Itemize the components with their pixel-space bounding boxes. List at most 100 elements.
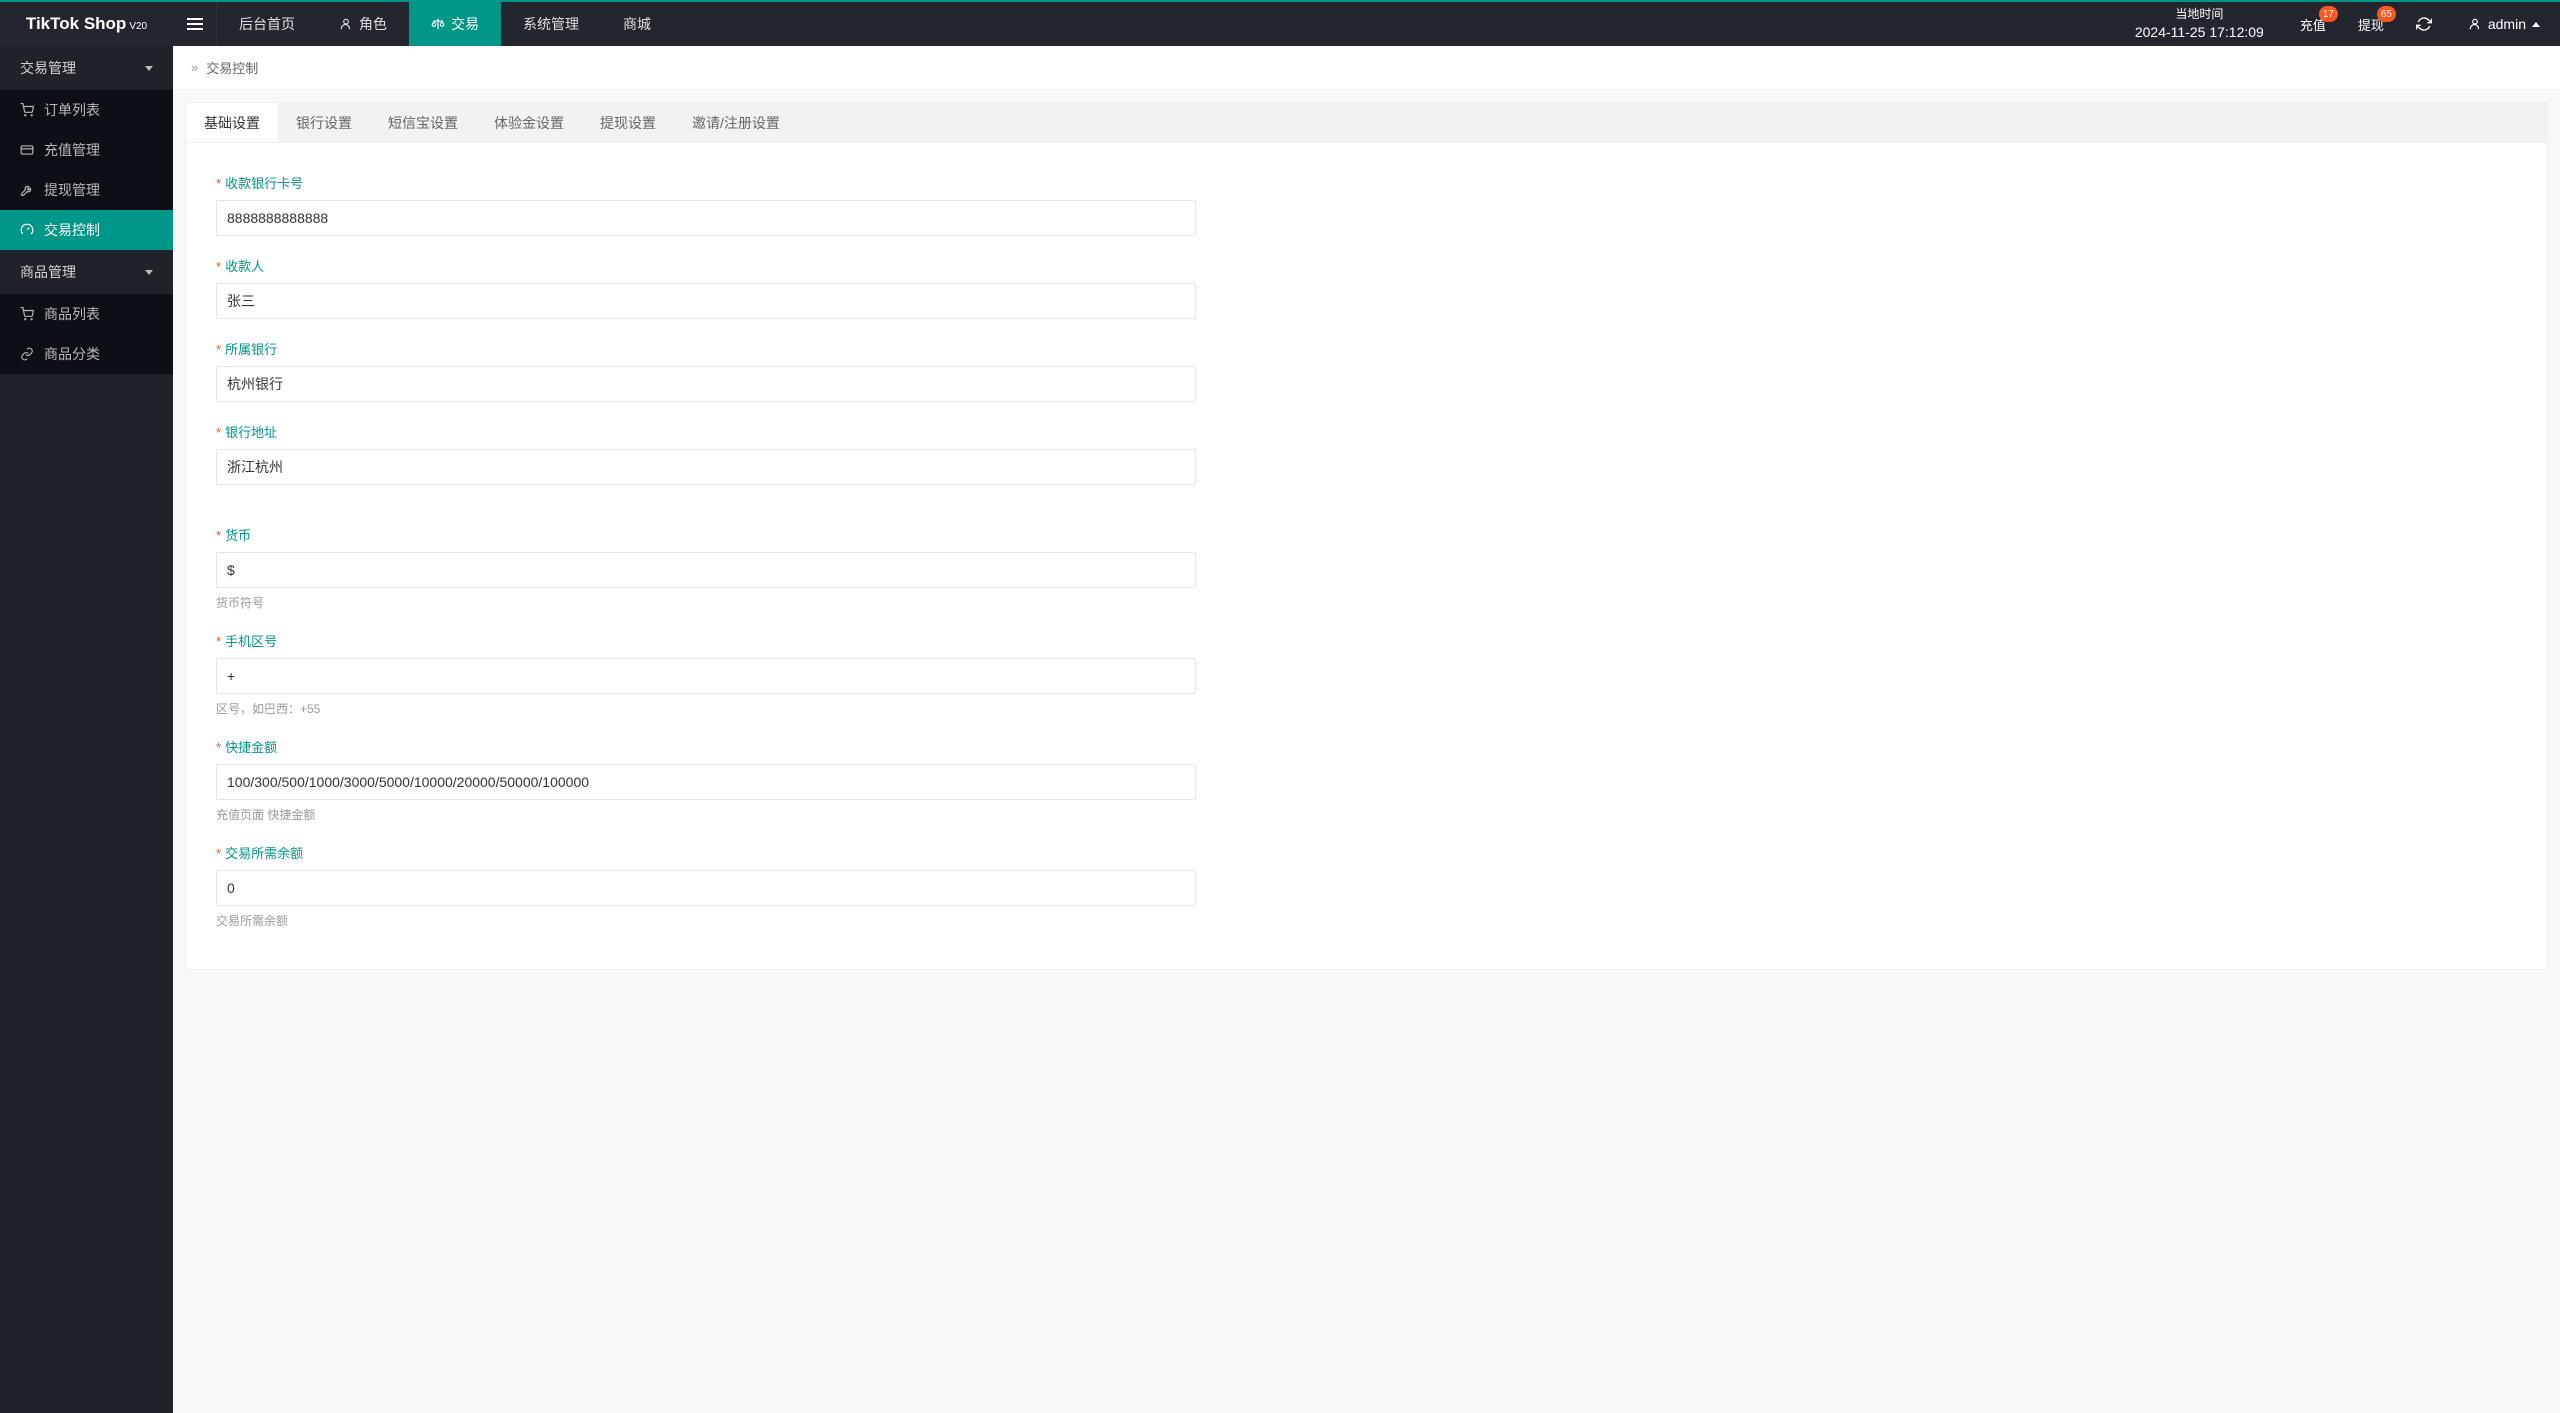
sidebar: 交易管理 订单列表 充值管理 提现管理 交易控制 [0,46,173,1413]
nav-system[interactable]: 系统管理 [501,2,601,46]
wrench-icon [20,183,34,197]
required-mark: * [216,425,221,440]
sidebar-item-trade-control[interactable]: 交易控制 [0,210,173,250]
field-phone-area: *手机区号 区号，如巴西：+55 [216,631,1196,717]
nav-mall-label: 商城 [623,14,651,34]
withdraw-badge: 65 [2377,6,2396,22]
field-label: * 所属银行 [216,339,1196,358]
sidebar-item-label: 商品分类 [44,344,100,364]
required-mark: * [216,342,221,357]
bank-address-input[interactable] [216,449,1196,485]
field-label: * 交易所需余额 [216,843,1196,862]
label-text: 交易所需余额 [225,846,303,861]
payee-input[interactable] [216,283,1196,319]
field-trade-balance: * 交易所需余额 交易所需余额 [216,843,1196,929]
form: *收款银行卡号 * 收款人 * 所属银行 * 银行地址 *货币 [186,143,2547,969]
sidebar-item-label: 交易控制 [44,220,100,240]
sidebar-group-goods[interactable]: 商品管理 [0,250,173,294]
quick-amount-help: 充值页面 快捷金额 [216,806,1196,823]
brand-name: TikTok Shop [26,14,126,34]
breadcrumb-arrow-icon: » [191,60,198,75]
sidebar-item-orders[interactable]: 订单列表 [0,90,173,130]
required-mark: * [216,846,221,861]
field-currency: *货币 货币符号 [216,525,1196,611]
field-bank-card: *收款银行卡号 [216,173,1196,236]
field-quick-amount: *快捷金额 充值页面 快捷金额 [216,737,1196,823]
tab-label: 短信宝设置 [388,113,458,133]
admin-menu[interactable]: admin [2448,16,2560,32]
nav-home-label: 后台首页 [239,14,295,34]
bank-card-input[interactable] [216,200,1196,236]
tab-label: 基础设置 [204,113,260,133]
sidebar-item-recharge[interactable]: 充值管理 [0,130,173,170]
sidebar-item-label: 商品列表 [44,304,100,324]
required-mark: * [216,740,221,755]
gauge-icon [20,223,34,237]
withdraw-button[interactable]: 提现 65 [2342,2,2400,46]
nav-trade[interactable]: 交易 [409,2,501,46]
scale-icon [431,17,445,31]
tab-label: 银行设置 [296,113,352,133]
user-icon [2468,17,2482,31]
field-label: * 银行地址 [216,422,1196,441]
chevron-up-icon [2532,22,2540,27]
currency-help: 货币符号 [216,594,1196,611]
required-mark: * [216,176,221,191]
tabs: 基础设置 银行设置 短信宝设置 体验金设置 提现设置 邀请/注册设置 [186,103,2547,143]
nav-role[interactable]: 角色 [317,2,409,46]
field-label: *货币 [216,525,1196,544]
sidebar-group-trade[interactable]: 交易管理 [0,46,173,90]
menu-toggle-button[interactable] [173,2,217,46]
label-text: 所属银行 [225,342,277,357]
header: TikTok Shop V20 后台首页 角色 交易 系统管理 商城 当 [0,2,2560,46]
bank-input[interactable] [216,366,1196,402]
required-mark: * [216,259,221,274]
tab-basic[interactable]: 基础设置 [186,103,278,142]
sidebar-group-trade-label: 交易管理 [20,58,76,78]
breadcrumb-current: 交易控制 [206,58,258,77]
field-label: *快捷金额 [216,737,1196,756]
sidebar-item-label: 订单列表 [44,100,100,120]
trade-balance-help: 交易所需余额 [216,912,1196,929]
refresh-button[interactable] [2400,2,2448,46]
currency-input[interactable] [216,552,1196,588]
tab-trial[interactable]: 体验金设置 [476,103,582,142]
recharge-button[interactable]: 充值 17 [2284,2,2342,46]
label-text: 银行地址 [225,425,277,440]
content-panel: 基础设置 银行设置 短信宝设置 体验金设置 提现设置 邀请/注册设置 *收款银行… [185,102,2548,970]
tab-invite[interactable]: 邀请/注册设置 [674,103,798,142]
tab-withdraw[interactable]: 提现设置 [582,103,674,142]
spacer [216,505,2517,525]
tab-label: 提现设置 [600,113,656,133]
nav-home[interactable]: 后台首页 [217,2,317,46]
sidebar-item-label: 提现管理 [44,180,100,200]
layout: 交易管理 订单列表 充值管理 提现管理 交易控制 [0,46,2560,1413]
tab-bank[interactable]: 银行设置 [278,103,370,142]
label-text: 收款人 [225,259,264,274]
field-label: * 收款人 [216,256,1196,275]
user-icon [339,17,353,31]
recharge-badge: 17 [2319,6,2338,22]
top-nav: 后台首页 角色 交易 系统管理 商城 [217,2,673,46]
field-bank: * 所属银行 [216,339,1196,402]
nav-mall[interactable]: 商城 [601,2,673,46]
label-text: 手机区号 [225,634,277,649]
tab-label: 邀请/注册设置 [692,113,780,133]
field-label: *收款银行卡号 [216,173,1196,192]
admin-name: admin [2488,16,2526,32]
nav-system-label: 系统管理 [523,14,579,34]
sidebar-item-goods-list[interactable]: 商品列表 [0,294,173,334]
phone-area-input[interactable] [216,658,1196,694]
time-display: 当地时间 2024-11-25 17:12:09 [2115,6,2284,42]
field-bank-address: * 银行地址 [216,422,1196,485]
breadcrumb: » 交易控制 [173,46,2560,90]
field-payee: * 收款人 [216,256,1196,319]
quick-amount-input[interactable] [216,764,1196,800]
trade-balance-input[interactable] [216,870,1196,906]
sidebar-item-goods-cat[interactable]: 商品分类 [0,334,173,374]
tab-label: 体验金设置 [494,113,564,133]
tab-sms[interactable]: 短信宝设置 [370,103,476,142]
time-label: 当地时间 [2135,6,2264,23]
sidebar-item-withdraw[interactable]: 提现管理 [0,170,173,210]
sidebar-group-goods-label: 商品管理 [20,262,76,282]
